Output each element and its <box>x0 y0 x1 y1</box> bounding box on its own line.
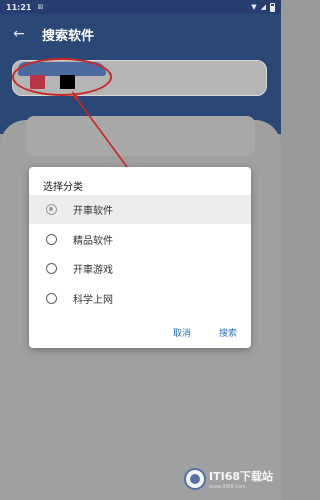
arrow-left-icon[interactable]: ← <box>4 26 34 42</box>
radio-unselected-icon[interactable] <box>46 234 57 245</box>
status-bar: 11:21 ⊠ ▼ ◢ <box>0 0 281 14</box>
search-button[interactable]: 搜索 <box>219 326 237 339</box>
category-dialog: 选择分类 开車软件 精品软件 开車游戏 科学上网 取消 搜索 <box>29 167 251 348</box>
status-time: 11:21 <box>6 2 32 12</box>
content-card <box>26 116 255 156</box>
option-label: 科学上网 <box>73 295 113 306</box>
app-bar: ← 搜索软件 <box>0 14 281 54</box>
wifi-icon: ▼ <box>251 3 257 11</box>
cancel-button[interactable]: 取消 <box>173 326 191 339</box>
option-kaiche-software[interactable]: 开車软件 <box>29 195 251 224</box>
option-vpn[interactable]: 科学上网 <box>29 284 251 313</box>
watermark: ITI68下载站 www.iti68.com <box>184 468 273 490</box>
option-premium-software[interactable]: 精品软件 <box>29 225 251 254</box>
page-title: 搜索软件 <box>42 28 95 44</box>
watermark-url: www.iti68.com <box>209 484 246 490</box>
annotation-circle <box>12 58 112 96</box>
option-kaiche-games[interactable]: 开車游戏 <box>29 254 251 283</box>
option-label: 精品软件 <box>73 236 113 247</box>
dialog-actions: 取消 搜索 <box>173 326 237 339</box>
radio-selected-icon[interactable] <box>46 204 57 215</box>
watermark-text: ITI68下载站 <box>209 470 273 483</box>
battery-icon <box>270 2 275 12</box>
dialog-title: 选择分类 <box>43 182 83 193</box>
notification-icon: ⊠ <box>37 3 44 11</box>
signal-icon: ◢ <box>260 3 266 11</box>
watermark-logo-icon <box>184 468 206 490</box>
option-label: 开車软件 <box>73 206 113 217</box>
option-label: 开車游戏 <box>73 265 113 276</box>
radio-unselected-icon[interactable] <box>46 263 57 274</box>
status-icons: ▼ ◢ <box>251 2 275 12</box>
radio-unselected-icon[interactable] <box>46 293 57 304</box>
